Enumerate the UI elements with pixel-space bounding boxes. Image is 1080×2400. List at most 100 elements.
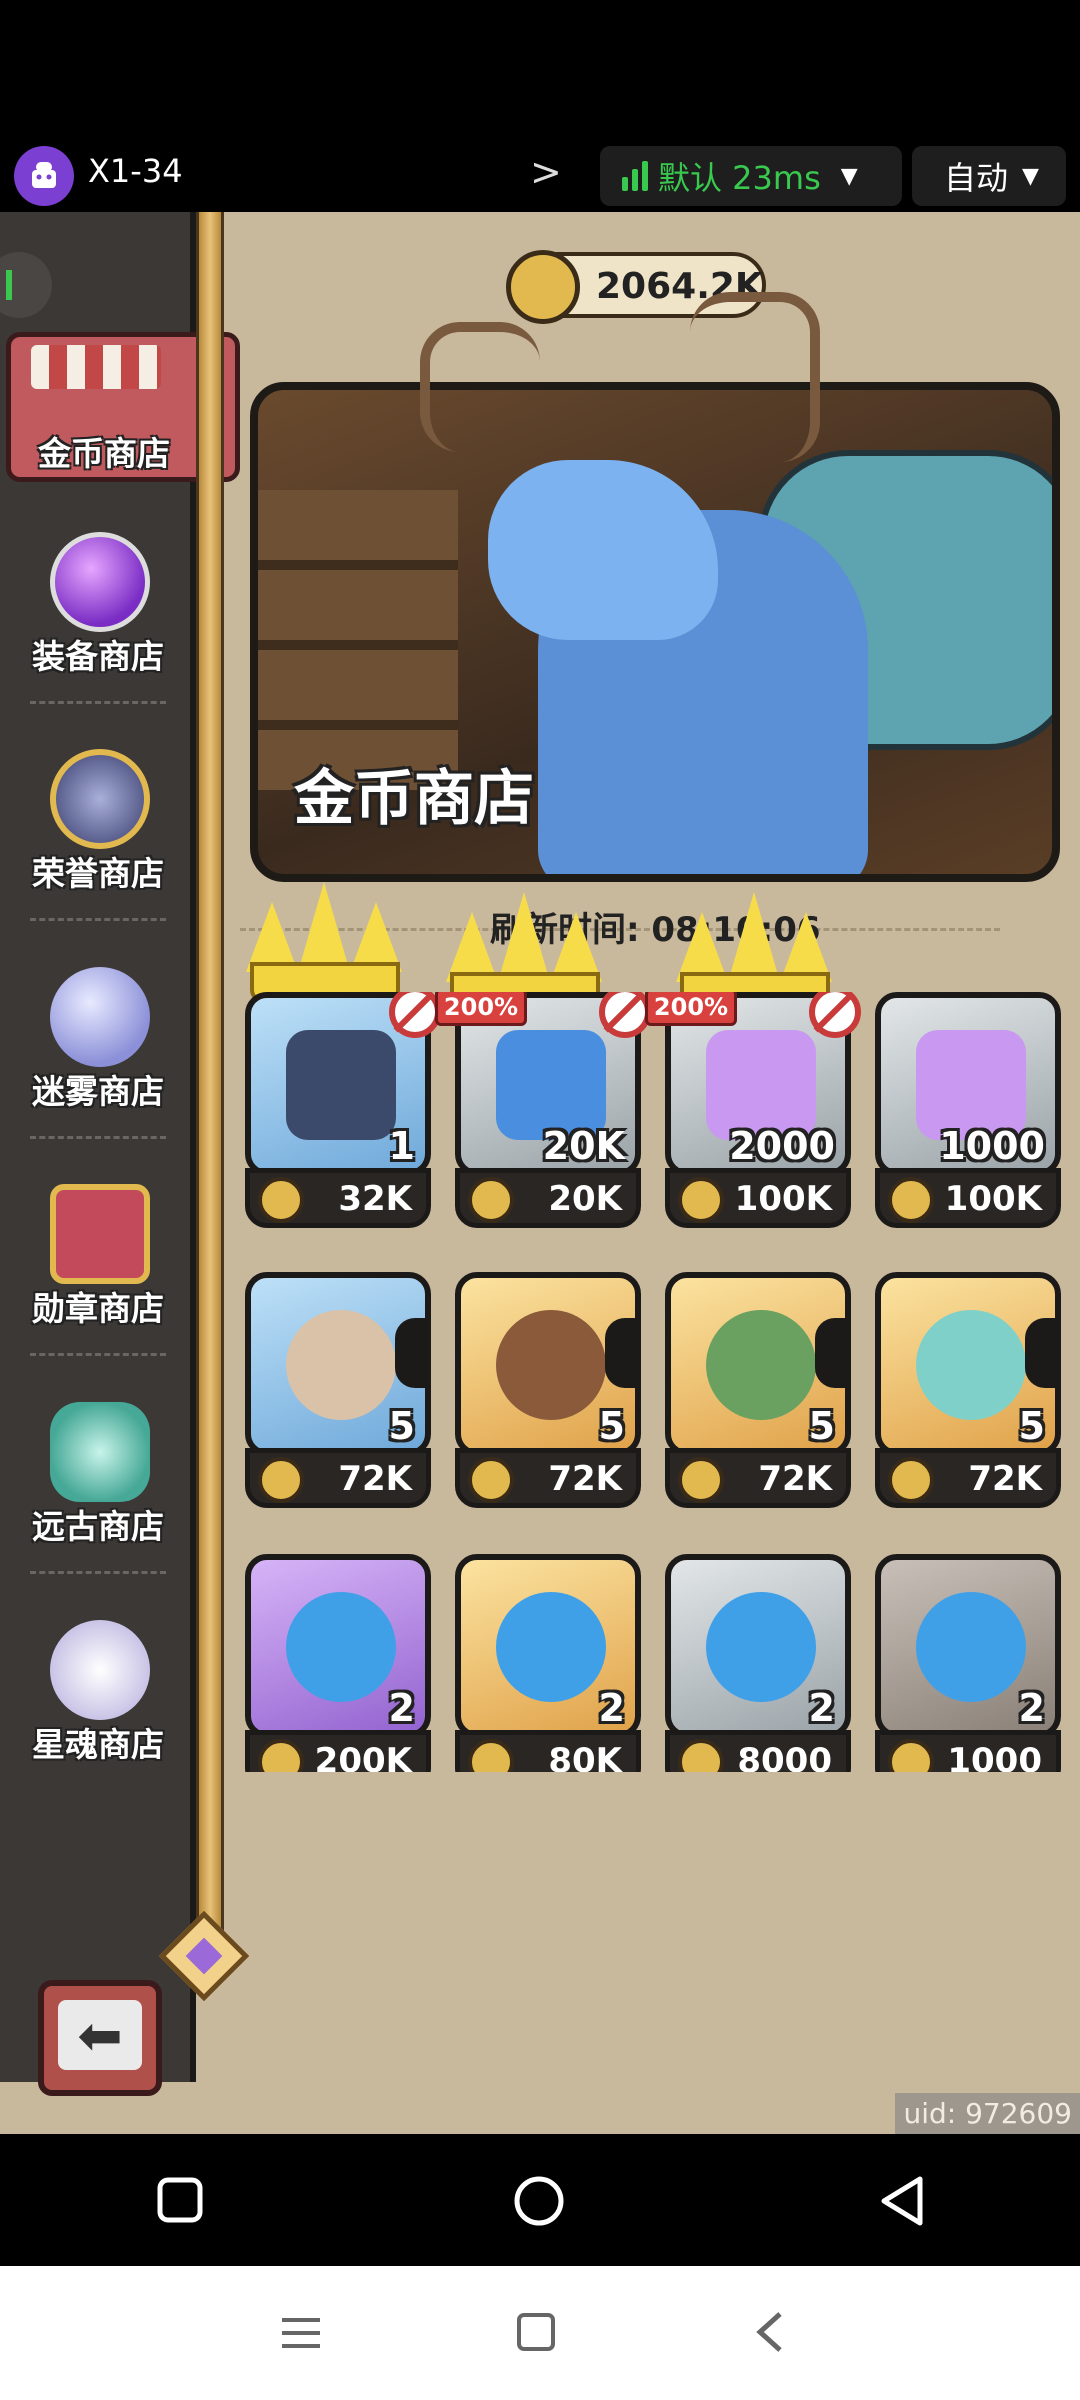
helmet-chest-icon: [286, 1030, 396, 1140]
latency-dropdown[interactable]: 默认 23ms ▼: [600, 146, 902, 206]
dropdown-caret-icon: ▼: [1022, 163, 1039, 189]
coin-icon: [888, 1739, 934, 1772]
item-quantity: 20K: [542, 1124, 625, 1168]
shop-title: 金币商店: [294, 764, 534, 834]
back-chevron-icon[interactable]: [752, 2310, 788, 2358]
item-frame: 2: [245, 1554, 431, 1738]
item-price: 72K: [245, 1448, 431, 1508]
item-price-value: 72K: [968, 1459, 1042, 1499]
item-price-value: 20K: [548, 1179, 622, 1219]
sidebar-item-label: 勋章商店: [32, 1289, 164, 1328]
skill-book-gold-icon: [496, 1592, 606, 1702]
crown-icon: [246, 882, 402, 1002]
skill-book-purple-icon: [286, 1592, 396, 1702]
hero-shard-tab: [815, 1318, 845, 1388]
antler-decoration: [420, 322, 540, 452]
coin-icon: [468, 1457, 514, 1503]
item-price-value: 72K: [338, 1459, 412, 1499]
shop-item[interactable]: 5 72K: [245, 1272, 431, 1512]
coin-icon: [468, 1739, 514, 1772]
game-viewport[interactable]: 金币商店 装备商店 荣誉商店 迷雾商店 勋章商店 远古商店 星魂商店 ⬅ 206…: [0, 212, 1080, 2134]
sidebar-item-label: 装备商店: [32, 637, 164, 676]
shop-item[interactable]: 5 72K: [875, 1272, 1061, 1512]
shop-sidebar: 金币商店 装备商店 荣誉商店 迷雾商店 勋章商店 远古商店 星魂商店 ⬅: [0, 212, 240, 2096]
item-frame: 2: [665, 1554, 851, 1738]
shop-item[interactable]: 2000 100K 200%: [645, 992, 861, 1232]
skill-book-gray-icon: [916, 1592, 1026, 1702]
mist-shop-icon: [50, 967, 150, 1067]
shop-item[interactable]: 1 32K: [245, 992, 441, 1232]
item-price: 72K: [455, 1448, 641, 1508]
mode-label: 自动: [944, 159, 1009, 197]
hero-shard-tab: [395, 1318, 425, 1388]
shop-item[interactable]: 1000 100K: [875, 992, 1061, 1232]
hero-teal-hair-icon: [916, 1310, 1026, 1420]
item-price: 72K: [875, 1448, 1061, 1508]
item-frame: 2: [875, 1554, 1061, 1738]
ancient-shop-icon: [50, 1402, 150, 1502]
star-soul-shop-icon: [50, 1620, 150, 1720]
hero-masked-icon: [496, 1310, 606, 1420]
hero-white-hair-icon: [286, 1310, 396, 1420]
back-arrow-icon: ⬅: [58, 2000, 142, 2070]
shop-item-grid: 1 32K 20K 20K 200% 2000 100K 200% 1000 100K 5 72K 5 7…: [245, 992, 1065, 1772]
recent-apps-icon[interactable]: [156, 2176, 204, 2228]
home-icon[interactable]: [512, 2174, 566, 2232]
sidebar-item-label: 远古商店: [32, 1507, 164, 1546]
item-quantity: 5: [808, 1404, 835, 1448]
coin-icon: [258, 1177, 304, 1223]
item-frame: 5: [875, 1272, 1061, 1456]
coin-icon: [678, 1457, 724, 1503]
sidebar-item-label: 荣誉商店: [32, 854, 164, 893]
item-price-value: 8000: [737, 1741, 832, 1772]
system-nav-bar: [0, 2134, 1080, 2266]
menu-icon[interactable]: [280, 2314, 322, 2356]
hero-shard-tab: [605, 1318, 635, 1388]
coin-icon: [258, 1457, 304, 1503]
item-price-value: 1000: [947, 1741, 1042, 1772]
coin-icon: [258, 1739, 304, 1772]
shop-item[interactable]: 2 80K: [455, 1554, 641, 1772]
shop-item[interactable]: 2 8000: [665, 1554, 851, 1772]
sidebar-item-ancient-shop[interactable]: 远古商店: [0, 1392, 196, 1574]
mode-dropdown[interactable]: 自动 ▼: [912, 146, 1066, 206]
shop-item[interactable]: 2 1000: [875, 1554, 1061, 1772]
item-price: 72K: [665, 1448, 851, 1508]
item-price: 100K: [665, 1168, 851, 1228]
item-price-value: 200K: [314, 1741, 412, 1772]
android-app-icon[interactable]: [14, 146, 74, 206]
hero-shard-tab: [1025, 1318, 1055, 1388]
honor-shop-icon: [50, 749, 150, 849]
sidebar-item-equipment-shop[interactable]: 装备商店: [0, 522, 196, 704]
item-price-value: 100K: [944, 1179, 1042, 1219]
latency-label: 默认 23ms: [658, 159, 821, 197]
back-button[interactable]: ⬅: [38, 1980, 162, 2096]
device-name: X1-34: [88, 152, 183, 190]
shop-item[interactable]: 5 72K: [665, 1272, 851, 1512]
item-frame: 2: [455, 1554, 641, 1738]
item-frame: 5: [455, 1272, 641, 1456]
sidebar-rail: [196, 212, 224, 1932]
sidebar-item-label: 星魂商店: [32, 1725, 164, 1764]
coin-icon: [678, 1739, 724, 1772]
sidebar-item-honor-shop[interactable]: 荣誉商店: [0, 739, 196, 921]
shop-item[interactable]: 20K 20K 200%: [435, 992, 651, 1232]
item-quantity: 2: [1018, 1686, 1045, 1730]
sidebar-item-medal-shop[interactable]: 勋章商店: [0, 1174, 196, 1356]
shop-item[interactable]: 5 72K: [455, 1272, 641, 1512]
signal-bars-icon: [622, 161, 648, 191]
bonus-ribbon: 200%: [435, 992, 527, 1026]
coin-icon: [678, 1177, 724, 1223]
sold-out-ban-icon: [389, 992, 441, 1038]
shop-item[interactable]: 2 200K: [245, 1554, 431, 1772]
sidebar-item-mist-shop[interactable]: 迷雾商店: [0, 957, 196, 1139]
medal-shop-icon: [50, 1184, 150, 1284]
expand-chevron-icon[interactable]: >: [530, 150, 562, 194]
sidebar-item-star-soul-shop[interactable]: 星魂商店: [0, 1610, 196, 1790]
item-price-value: 32K: [338, 1179, 412, 1219]
coin-icon: [888, 1177, 934, 1223]
bonus-ribbon: 200%: [645, 992, 737, 1026]
home-square-icon[interactable]: [516, 2312, 556, 2356]
back-icon[interactable]: [878, 2174, 926, 2232]
item-frame: 5: [665, 1272, 851, 1456]
